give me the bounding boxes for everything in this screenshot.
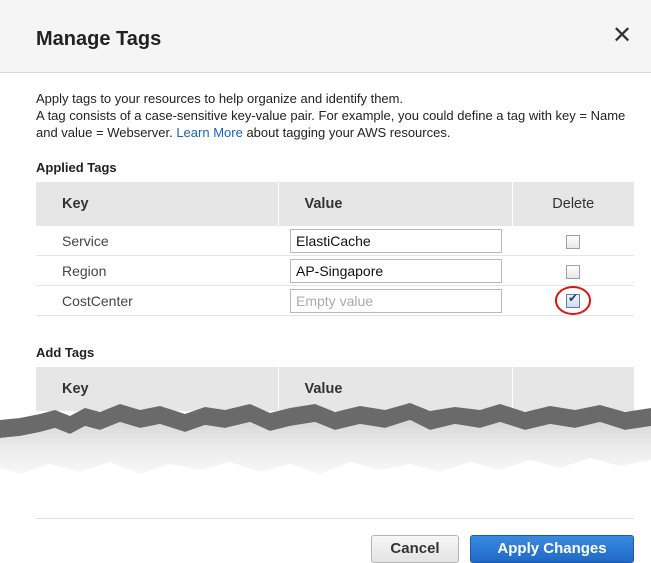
column-header-delete: Delete	[512, 182, 634, 226]
tag-value-cell	[278, 226, 512, 256]
intro-line-2: A tag consists of a case-sensitive key-v…	[36, 107, 636, 141]
highlight-circle	[555, 286, 591, 315]
tag-value-cell	[278, 255, 512, 286]
intro-line-1: Apply tags to your resources to help org…	[36, 91, 404, 106]
apply-changes-button[interactable]: Apply Changes	[470, 535, 634, 563]
table-row: Region	[36, 255, 634, 286]
tag-value-cell	[278, 285, 512, 316]
table-row: CostCenter	[36, 285, 634, 316]
applied-tags-label: Applied Tags	[36, 160, 117, 175]
intro-text: Apply tags to your resources to help org…	[36, 90, 636, 141]
tag-key: Region	[36, 255, 278, 286]
manage-tags-dialog: Manage Tags ✕ Apply tags to your resourc…	[0, 0, 651, 563]
delete-checkbox[interactable]	[566, 234, 580, 249]
learn-more-link[interactable]: Learn More	[176, 125, 242, 140]
applied-tags-table: Key Value Delete Service Region	[36, 182, 634, 316]
tag-value-input[interactable]	[290, 288, 502, 313]
tag-key: Service	[36, 226, 278, 256]
intro-line-2-tail: about tagging your AWS resources.	[246, 125, 451, 140]
delete-cell	[512, 255, 634, 286]
add-tags-label: Add Tags	[36, 345, 95, 360]
delete-cell	[512, 285, 634, 316]
torn-edge-graphic	[0, 403, 651, 510]
tag-value-input[interactable]	[290, 258, 502, 283]
dialog-header: Manage Tags ✕	[0, 0, 651, 73]
table-row: Service	[36, 226, 634, 256]
cancel-button[interactable]: Cancel	[371, 535, 459, 563]
applied-tags-header-row: Key Value Delete	[36, 182, 634, 226]
column-header-value: Value	[278, 182, 513, 226]
footer-divider	[36, 518, 634, 519]
dialog-title: Manage Tags	[36, 28, 162, 50]
delete-checkbox-checked[interactable]	[566, 292, 580, 308]
column-header-key: Key	[36, 182, 279, 226]
delete-checkbox[interactable]	[566, 264, 580, 279]
delete-cell	[512, 226, 634, 256]
close-icon[interactable]: ✕	[612, 24, 632, 48]
tag-value-input[interactable]	[290, 228, 502, 253]
tag-key: CostCenter	[36, 285, 278, 316]
